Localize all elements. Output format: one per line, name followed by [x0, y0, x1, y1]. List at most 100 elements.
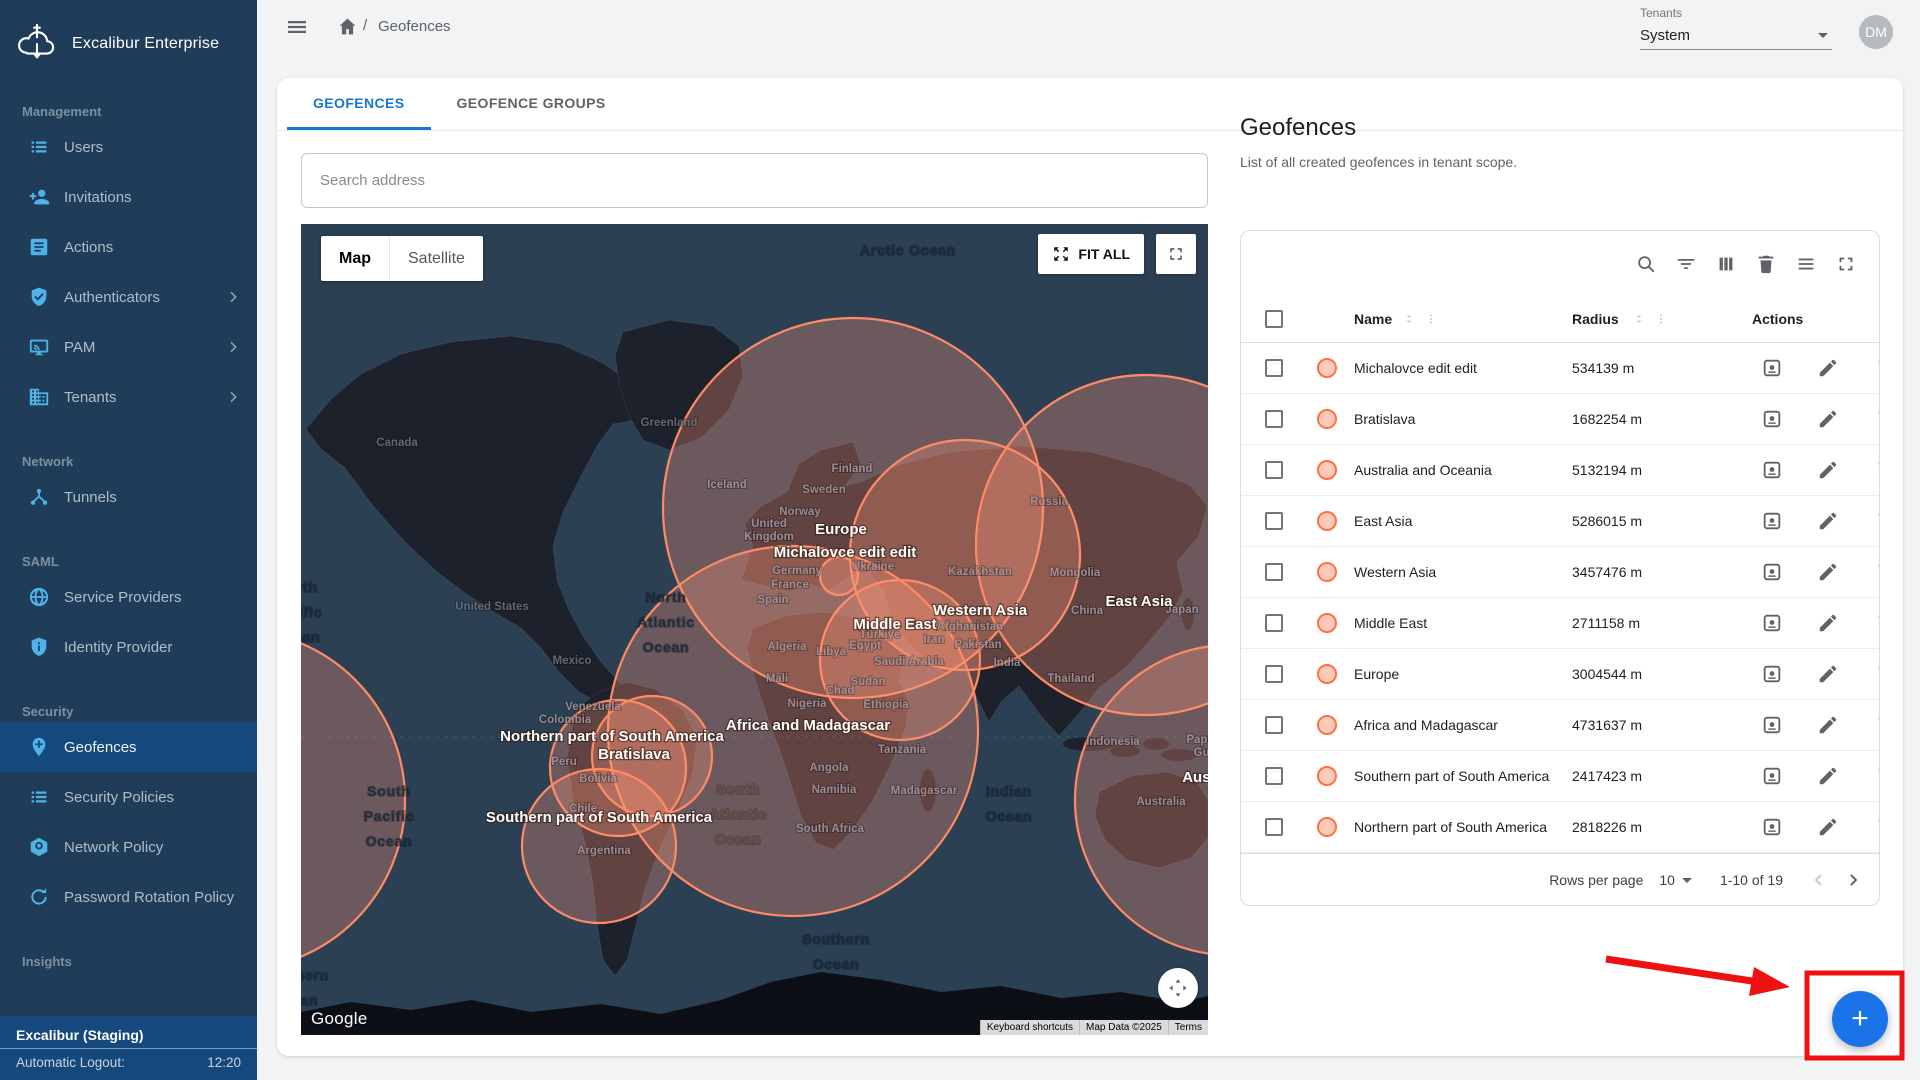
sidebar-item-actions[interactable]: Actions	[0, 222, 257, 272]
row-checkbox[interactable]	[1265, 767, 1283, 785]
delete-icon[interactable]	[1755, 253, 1777, 275]
edit-button[interactable]	[1817, 612, 1839, 634]
column-menu-icon[interactable]	[1424, 312, 1438, 326]
edit-button[interactable]	[1817, 459, 1839, 481]
map-country-label: Peru	[551, 756, 577, 768]
row-checkbox[interactable]	[1265, 716, 1283, 734]
row-checkbox[interactable]	[1265, 512, 1283, 530]
edit-button[interactable]	[1817, 663, 1839, 685]
sidebar-item-pam[interactable]: PAM	[0, 322, 257, 372]
add-geofence-fab[interactable]: +	[1832, 991, 1888, 1047]
map-pan-button[interactable]	[1158, 968, 1198, 1008]
preview-button[interactable]	[1761, 714, 1783, 736]
row-checkbox[interactable]	[1265, 563, 1283, 581]
sort-icon[interactable]	[1631, 311, 1647, 327]
edit-button[interactable]	[1817, 561, 1839, 583]
sidebar-item-service-providers[interactable]: Service Providers	[0, 572, 257, 622]
sidebar-item-invitations[interactable]: Invitations	[0, 172, 257, 222]
delete-button[interactable]	[1875, 765, 1880, 787]
row-checkbox[interactable]	[1265, 665, 1283, 683]
next-page-button[interactable]	[1841, 868, 1865, 892]
preview-button[interactable]	[1761, 459, 1783, 481]
delete-button[interactable]	[1875, 561, 1880, 583]
geofences-card: GEOFENCESGEOFENCE GROUPS GreenlandCanada…	[277, 78, 1903, 1056]
preview-button[interactable]	[1761, 816, 1783, 838]
preview-button[interactable]	[1761, 357, 1783, 379]
cell-radius: 3004544 m	[1572, 666, 1642, 682]
sidebar-item-authenticators[interactable]: Authenticators	[0, 272, 257, 322]
edit-button[interactable]	[1817, 816, 1839, 838]
map-country-label: Thailand	[1047, 673, 1094, 685]
tab-geofences[interactable]: GEOFENCES	[287, 78, 431, 130]
fullscreen-icon[interactable]	[1835, 253, 1857, 275]
preview-button[interactable]	[1761, 408, 1783, 430]
edit-button[interactable]	[1817, 510, 1839, 532]
breadcrumb-home-icon[interactable]	[337, 16, 358, 37]
sidebar-item-tunnels[interactable]: Tunnels	[0, 472, 257, 522]
row-checkbox[interactable]	[1265, 359, 1283, 377]
logout-label: Automatic Logout:	[16, 1055, 125, 1070]
edit-button[interactable]	[1817, 714, 1839, 736]
row-checkbox[interactable]	[1265, 461, 1283, 479]
edit-button[interactable]	[1817, 357, 1839, 379]
sidebar-item-label: Tunnels	[64, 489, 117, 506]
sidebar-item-identity-provider[interactable]: Identity Provider	[0, 622, 257, 672]
map-fullscreen-button[interactable]	[1156, 234, 1196, 274]
sidebar-item-security-policies[interactable]: Security Policies	[0, 772, 257, 822]
search-address-input[interactable]	[301, 153, 1208, 208]
delete-button[interactable]	[1875, 816, 1880, 838]
sidebar-item-password-rotation-policy[interactable]: Password Rotation Policy	[0, 872, 257, 922]
delete-button[interactable]	[1875, 612, 1880, 634]
delete-button[interactable]	[1875, 459, 1880, 481]
sort-icon[interactable]	[1401, 311, 1417, 327]
edit-button[interactable]	[1817, 765, 1839, 787]
preview-button[interactable]	[1761, 612, 1783, 634]
map-country-label: Mongolia	[1050, 567, 1101, 579]
chevron-right-icon	[225, 389, 241, 405]
map-country-label: Kazakhstan	[948, 566, 1012, 578]
filter-icon[interactable]	[1675, 253, 1697, 275]
map-type-map-button[interactable]: Map	[321, 236, 389, 281]
columns-icon[interactable]	[1715, 253, 1737, 275]
avatar[interactable]: DM	[1859, 15, 1893, 49]
menu-hamburger-icon[interactable]	[285, 15, 309, 39]
map[interactable]: GreenlandCanadaUnited StatesMexicoIcelan…	[301, 224, 1208, 1035]
automatic-logout: Automatic Logout: 12:20	[16, 1049, 241, 1075]
delete-button[interactable]	[1875, 408, 1880, 430]
delete-button[interactable]	[1875, 510, 1880, 532]
row-checkbox[interactable]	[1265, 614, 1283, 632]
row-checkbox[interactable]	[1265, 818, 1283, 836]
attribution-terms[interactable]: Terms	[1168, 1020, 1208, 1035]
delete-button[interactable]	[1875, 357, 1880, 379]
hub-icon	[28, 486, 50, 508]
geofence-color-swatch	[1317, 664, 1337, 684]
sidebar-item-geofences[interactable]: Geofences	[0, 722, 257, 772]
preview-button[interactable]	[1761, 561, 1783, 583]
preview-button[interactable]	[1761, 765, 1783, 787]
fit-all-button[interactable]: FIT ALL	[1038, 234, 1144, 274]
attribution-keyboard-shortcuts[interactable]: Keyboard shortcuts	[980, 1020, 1079, 1035]
previous-page-button[interactable]	[1807, 868, 1831, 892]
attribution-map-data-2025[interactable]: Map Data ©2025	[1079, 1020, 1168, 1035]
delete-button[interactable]	[1875, 663, 1880, 685]
column-menu-icon[interactable]	[1654, 312, 1668, 326]
delete-button[interactable]	[1875, 714, 1880, 736]
sidebar-item-tenants[interactable]: Tenants	[0, 372, 257, 422]
map-type-satellite-button[interactable]: Satellite	[389, 236, 483, 281]
row-checkbox[interactable]	[1265, 410, 1283, 428]
tenant-select-control[interactable]: System	[1640, 22, 1832, 50]
preview-button[interactable]	[1761, 663, 1783, 685]
column-header-name[interactable]: Name	[1354, 296, 1392, 342]
table-row-europe: Europe3004544 m	[1241, 649, 1879, 700]
rows-per-page-select[interactable]: 10	[1659, 872, 1692, 888]
column-header-radius[interactable]: Radius	[1572, 296, 1619, 342]
density-icon[interactable]	[1795, 253, 1817, 275]
search-icon[interactable]	[1635, 253, 1657, 275]
select-all-checkbox[interactable]	[1265, 310, 1283, 328]
sidebar-item-network-policy[interactable]: Network Policy	[0, 822, 257, 872]
tab-geofence-groups[interactable]: GEOFENCE GROUPS	[431, 78, 632, 130]
preview-button[interactable]	[1761, 510, 1783, 532]
sidebar-item-users[interactable]: Users	[0, 122, 257, 172]
edit-button[interactable]	[1817, 408, 1839, 430]
map-country-label: Saudi Arabia	[874, 656, 944, 668]
